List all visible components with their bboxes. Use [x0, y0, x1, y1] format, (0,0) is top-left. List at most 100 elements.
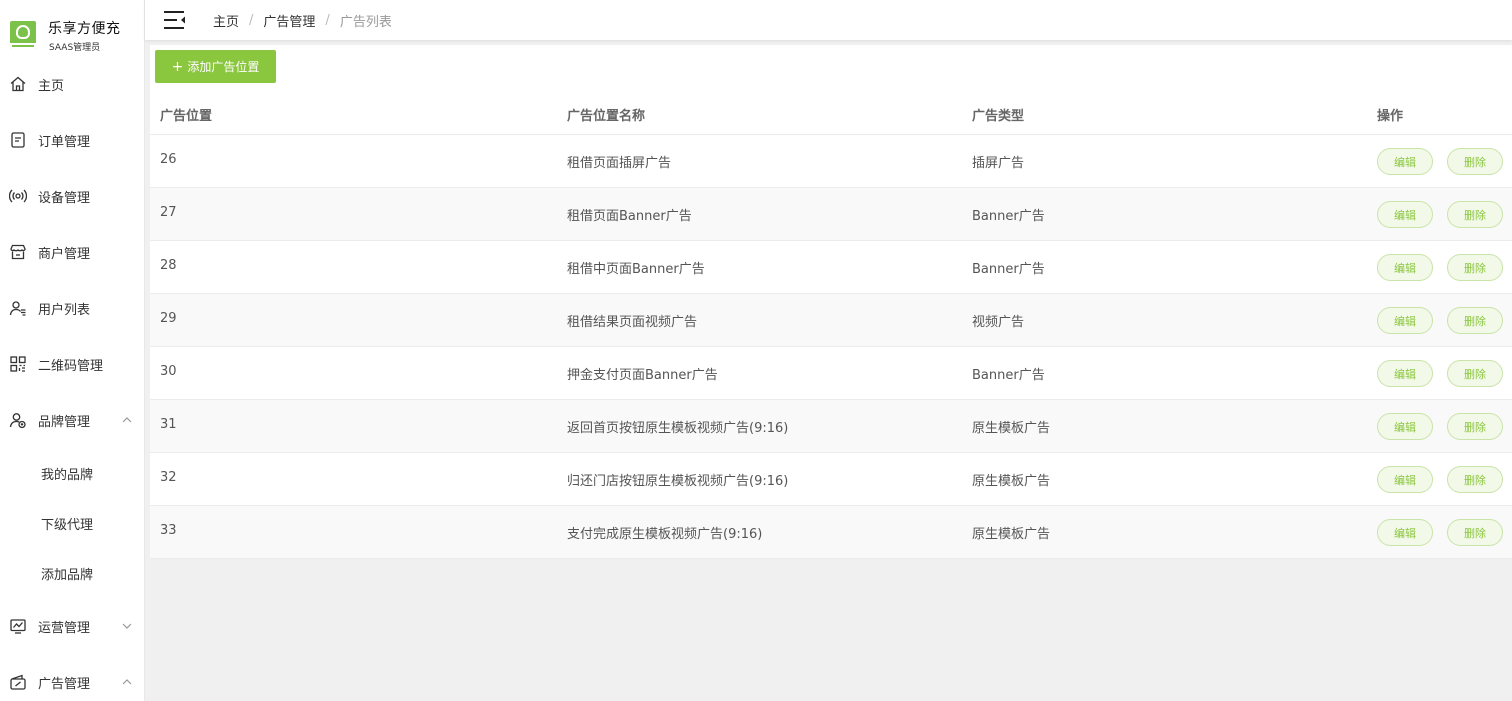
edit-button[interactable]: 编辑 — [1377, 254, 1433, 281]
add-ad-position-button[interactable]: + 添加广告位置 — [155, 50, 276, 83]
sidebar-item-operations[interactable]: 运营管理 — [0, 606, 145, 646]
edit-button[interactable]: 编辑 — [1377, 466, 1433, 493]
cell-name: 租借页面Banner广告 — [567, 209, 692, 224]
table-row: 29 租借结果页面视频广告 视频广告 编辑 删除 — [150, 294, 1512, 347]
cell-position: 26 — [160, 152, 177, 167]
user-list-icon — [8, 298, 28, 318]
plus-icon: + — [171, 58, 184, 75]
table-row: 30 押金支付页面Banner广告 Banner广告 编辑 删除 — [150, 347, 1512, 400]
cell-name: 归还门店按钮原生模板视频广告(9:16) — [567, 474, 789, 489]
sidebar: 乐享方便充 SAAS管理员 主页 订单管理 设备管理 商户管理 用户列表 二维码… — [0, 0, 145, 701]
sidebar-item-merchants[interactable]: 商户管理 — [0, 232, 145, 272]
column-header-type: 广告类型 — [972, 109, 1025, 124]
table-row: 28 租借中页面Banner广告 Banner广告 编辑 删除 — [150, 241, 1512, 294]
chevron-up-icon — [121, 414, 133, 426]
device-icon — [8, 186, 28, 206]
edit-button[interactable]: 编辑 — [1377, 413, 1433, 440]
sidebar-item-ads[interactable]: 广告管理 — [0, 662, 145, 701]
top-header: 主页 / 广告管理 / 广告列表 — [145, 0, 1512, 40]
brand-name: 乐享方便充 — [48, 21, 121, 37]
order-icon — [8, 130, 28, 150]
sidebar-item-label: 运营管理 — [38, 620, 91, 636]
delete-button[interactable]: 删除 — [1447, 254, 1503, 281]
delete-button[interactable]: 删除 — [1447, 148, 1503, 175]
breadcrumb-separator: / — [249, 13, 254, 28]
cell-type: Banner广告 — [972, 368, 1045, 383]
sidebar-subitem-add-brand[interactable]: 添加品牌 — [0, 556, 145, 590]
cell-name: 租借中页面Banner广告 — [567, 262, 705, 277]
sidebar-item-label: 设备管理 — [38, 190, 91, 206]
delete-button[interactable]: 删除 — [1447, 466, 1503, 493]
edit-button[interactable]: 编辑 — [1377, 148, 1433, 175]
chevron-down-icon — [121, 620, 133, 632]
column-header-name: 广告位置名称 — [567, 109, 646, 124]
cell-position: 33 — [160, 523, 177, 538]
edit-button[interactable]: 编辑 — [1377, 519, 1433, 546]
sidebar-item-orders[interactable]: 订单管理 — [0, 120, 145, 160]
breadcrumb: 主页 / 广告管理 / 广告列表 — [213, 11, 392, 30]
sidebar-item-devices[interactable]: 设备管理 — [0, 176, 145, 216]
edit-button[interactable]: 编辑 — [1377, 360, 1433, 387]
column-header-actions: 操作 — [1377, 109, 1404, 124]
sidebar-item-brand[interactable]: 品牌管理 — [0, 400, 145, 440]
edit-button[interactable]: 编辑 — [1377, 201, 1433, 228]
add-ad-position-label: 添加广告位置 — [187, 60, 260, 74]
sidebar-item-qrcode[interactable]: 二维码管理 — [0, 344, 145, 384]
cell-name: 押金支付页面Banner广告 — [567, 368, 718, 383]
qrcode-icon — [8, 354, 28, 374]
sidebar-item-label: 二维码管理 — [38, 358, 104, 374]
table-row: 33 支付完成原生模板视频广告(9:16) 原生模板广告 编辑 删除 — [150, 506, 1512, 559]
cell-name: 租借页面插屏广告 — [567, 156, 672, 171]
delete-button[interactable]: 删除 — [1447, 307, 1503, 334]
sidebar-item-home[interactable]: 主页 — [0, 64, 145, 104]
sidebar-item-label: 商户管理 — [38, 246, 91, 262]
sidebar-item-label: 订单管理 — [38, 134, 91, 150]
cell-position: 30 — [160, 364, 177, 379]
sidebar-subitem-sub-agent[interactable]: 下级代理 — [0, 506, 145, 540]
cell-type: 原生模板广告 — [972, 421, 1051, 436]
sidebar-subitem-my-brand[interactable]: 我的品牌 — [0, 456, 145, 490]
chevron-up-icon — [121, 676, 133, 688]
edit-button[interactable]: 编辑 — [1377, 307, 1433, 334]
breadcrumb-home[interactable]: 主页 — [213, 11, 239, 30]
table-row: 32 归还门店按钮原生模板视频广告(9:16) 原生模板广告 编辑 删除 — [150, 453, 1512, 506]
cell-position: 29 — [160, 311, 177, 326]
ad-icon — [8, 672, 28, 692]
delete-button[interactable]: 删除 — [1447, 360, 1503, 387]
cell-name: 返回首页按钮原生模板视频广告(9:16) — [567, 421, 789, 436]
brand-role: SAAS管理员 — [49, 43, 101, 53]
cell-position: 32 — [160, 470, 177, 485]
cell-name: 支付完成原生模板视频广告(9:16) — [567, 527, 763, 542]
breadcrumb-separator: / — [325, 13, 330, 28]
cell-type: 视频广告 — [972, 315, 1025, 330]
sidebar-item-label: 主页 — [38, 78, 65, 94]
sidebar-item-label: 品牌管理 — [38, 414, 91, 430]
delete-button[interactable]: 删除 — [1447, 413, 1503, 440]
home-icon — [8, 74, 28, 94]
table-row: 31 返回首页按钮原生模板视频广告(9:16) 原生模板广告 编辑 删除 — [150, 400, 1512, 453]
sidebar-item-users[interactable]: 用户列表 — [0, 288, 145, 328]
cell-position: 31 — [160, 417, 177, 432]
cell-position: 27 — [160, 205, 177, 220]
table-header: 广告位置 广告位置名称 广告类型 操作 — [150, 90, 1512, 135]
menu-toggle-icon[interactable] — [163, 9, 187, 31]
ad-list-panel: + 添加广告位置 广告位置 广告位置名称 广告类型 操作 26 租借页面插屏广告… — [150, 45, 1512, 559]
breadcrumb-ad-management[interactable]: 广告管理 — [263, 11, 315, 30]
store-icon — [8, 242, 28, 262]
cell-type: 原生模板广告 — [972, 474, 1051, 489]
delete-button[interactable]: 删除 — [1447, 201, 1503, 228]
cell-type: 原生模板广告 — [972, 527, 1051, 542]
brand-icon — [8, 410, 28, 430]
brand-logo — [10, 21, 36, 49]
sidebar-item-label: 用户列表 — [38, 302, 91, 318]
table-row: 27 租借页面Banner广告 Banner广告 编辑 删除 — [150, 188, 1512, 241]
delete-button[interactable]: 删除 — [1447, 519, 1503, 546]
brand: 乐享方便充 SAAS管理员 — [0, 0, 145, 60]
cell-type: Banner广告 — [972, 209, 1045, 224]
cell-type: Banner广告 — [972, 262, 1045, 277]
breadcrumb-current: 广告列表 — [339, 15, 392, 30]
cell-type: 插屏广告 — [972, 156, 1025, 171]
cell-name: 租借结果页面视频广告 — [567, 315, 698, 330]
cell-position: 28 — [160, 258, 177, 273]
chart-icon — [8, 616, 28, 636]
